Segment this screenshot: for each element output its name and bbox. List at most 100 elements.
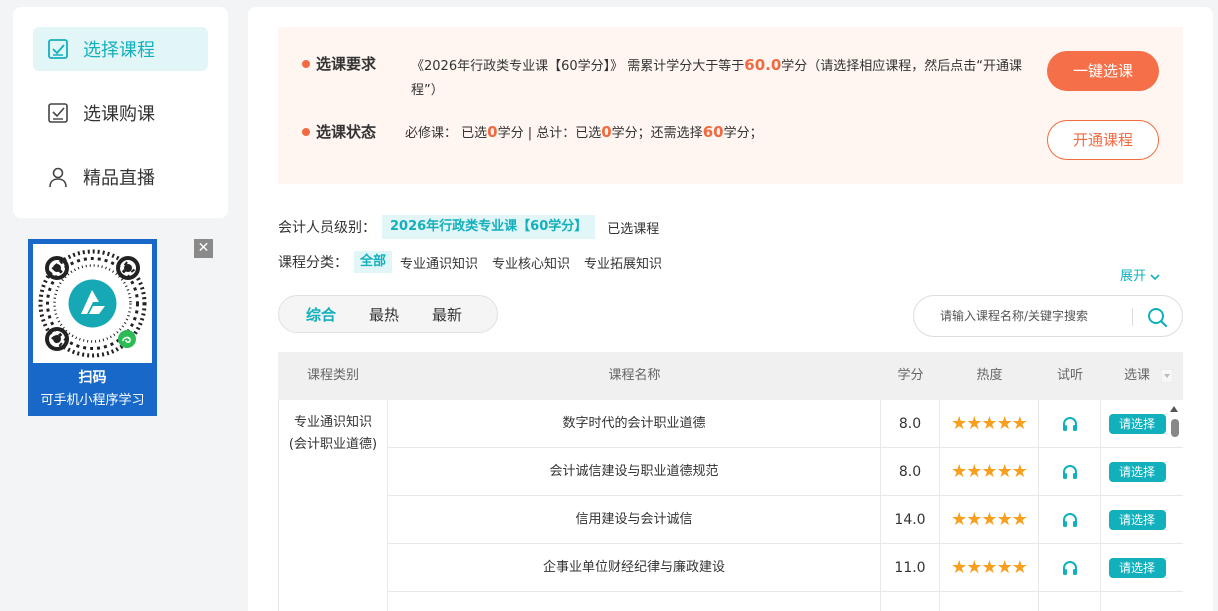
search-divider xyxy=(1132,308,1133,326)
sidebar-item-select-course[interactable]: 选择课程 xyxy=(33,27,208,71)
tab-newest[interactable]: 最新 xyxy=(432,304,462,325)
status-text: 必修课： 已选0学分 | 总计：已选0学分；还需选择60学分； xyxy=(405,122,763,141)
star-rating: ★★★★★ xyxy=(940,400,1039,448)
required-credits: 60.0 xyxy=(744,56,782,74)
course-credit: 14.0 xyxy=(881,496,940,544)
scroll-up-arrow-icon[interactable] xyxy=(1169,404,1179,414)
level-tag[interactable]: 2026年行政类专业课【60学分】 xyxy=(382,215,596,239)
one-click-select-button[interactable]: 一键选课 xyxy=(1047,51,1159,91)
course-name-partial xyxy=(388,592,881,611)
required-selected-count: 0 xyxy=(487,123,498,141)
table-header: 课程类别 课程名称 学分 热度 试听 选课 xyxy=(278,352,1183,400)
select-course-button[interactable]: 请选择 xyxy=(1108,557,1166,578)
table-row: 数字时代的会计职业道德 8.0 ★★★★★ 请选择 xyxy=(388,400,1183,448)
headphones-icon[interactable] xyxy=(1061,511,1079,529)
table-row: 企事业单位财经纪律与廉政建设 11.0 ★★★★★ 请选择 xyxy=(388,544,1183,592)
requirement-label: 选课要求 xyxy=(316,55,377,73)
tab-comprehensive[interactable]: 综合 xyxy=(306,304,336,325)
status-text-part: 必修课： 已选 xyxy=(405,126,488,141)
sort-tabs: 综合 最热 最新 xyxy=(278,295,498,333)
sidebar-item-label: 精品直播 xyxy=(83,168,155,189)
main-panel: 选课要求 《2026年行政类专业课【60学分】》 需累计学分大于等于60.0学分… xyxy=(248,7,1213,611)
star-rating: ★★★★★ xyxy=(940,448,1039,496)
category-extended[interactable]: 专业拓展知识 xyxy=(584,253,662,272)
tab-hottest[interactable]: 最热 xyxy=(369,304,399,325)
requirement-box: 选课要求 《2026年行政类专业课【60学分】》 需累计学分大于等于60.0学分… xyxy=(278,27,1183,184)
listen-cell xyxy=(1039,448,1101,496)
header-credit: 学分 xyxy=(897,368,924,383)
listen-cell xyxy=(1039,496,1101,544)
listen-cell-partial xyxy=(1039,592,1101,611)
scrollbar-thumb[interactable] xyxy=(1171,419,1179,437)
requirement-text: 《2026年行政类专业课【60学分】》 需累计学分大于等于60.0学分（请选择相… xyxy=(411,53,1031,103)
course-credit-partial xyxy=(881,592,940,611)
course-name: 信用建设与会计诚信 xyxy=(388,496,881,544)
select-course-button[interactable]: 请选择 xyxy=(1108,461,1166,482)
table-row: 会计诚信建设与职业道德规范 8.0 ★★★★★ 请选择 xyxy=(388,448,1183,496)
open-course-button[interactable]: 开通课程 xyxy=(1047,120,1159,160)
checkbox-icon xyxy=(47,102,69,124)
category-cell-line: (会计职业道德) xyxy=(288,437,378,452)
select-course-button[interactable]: 请选择 xyxy=(1108,413,1166,434)
search-box xyxy=(913,295,1183,337)
selected-courses-link[interactable]: 已选课程 xyxy=(607,218,659,237)
headphones-icon[interactable] xyxy=(1061,415,1079,433)
table-row-partial xyxy=(388,592,1183,611)
category-cell-line: 专业通识知识 xyxy=(293,415,372,430)
course-credit: 11.0 xyxy=(881,544,940,592)
header-heat: 热度 xyxy=(976,368,1003,383)
pick-cell: 请选择 xyxy=(1101,400,1173,448)
user-icon xyxy=(47,166,69,188)
search-icon[interactable] xyxy=(1146,306,1168,328)
table-body: 专业通识知识 (会计职业道德) 数字时代的会计职业道德 8.0 ★★★★★ 请选… xyxy=(278,400,1183,611)
sidebar-item-live[interactable]: 精品直播 xyxy=(33,155,208,199)
checkbox-icon xyxy=(47,38,69,60)
course-name: 企事业单位财经纪律与廉政建设 xyxy=(388,544,881,592)
header-listen: 试听 xyxy=(1056,368,1083,383)
select-course-button[interactable]: 请选择 xyxy=(1108,509,1166,530)
chevron-down-icon xyxy=(1150,273,1160,280)
category-cell: 专业通识知识 (会计职业道德) xyxy=(278,400,388,611)
course-credit: 8.0 xyxy=(881,448,940,496)
star-rating: ★★★★★ xyxy=(940,496,1039,544)
requirement-text-part: 《2026年行政类专业课【60学分】》 需累计学分大于等于 xyxy=(411,59,745,74)
status-label: 选课状态 xyxy=(316,123,377,141)
course-name: 会计诚信建设与职业道德规范 xyxy=(388,448,881,496)
expand-label: 展开 xyxy=(1120,269,1147,284)
status-text-part: 学分；还需选择 xyxy=(611,126,703,141)
category-all[interactable]: 全部 xyxy=(354,251,393,273)
qr-caption-title: 扫码 xyxy=(78,370,107,386)
qr-card: 扫码 可手机小程序学习 xyxy=(28,239,157,416)
pick-cell: 请选择 xyxy=(1101,496,1173,544)
course-name: 数字时代的会计职业道德 xyxy=(388,400,881,448)
qr-caption-subtitle: 可手机小程序学习 xyxy=(40,393,145,408)
total-selected-count: 0 xyxy=(601,123,612,141)
close-icon[interactable]: ✕ xyxy=(194,239,213,258)
search-input[interactable] xyxy=(940,305,1120,327)
listen-cell xyxy=(1039,544,1101,592)
qr-code xyxy=(33,244,152,363)
category-filter-row: 课程分类： 全部 专业通识知识 专业核心知识 专业拓展知识 xyxy=(278,251,662,273)
expand-toggle[interactable]: 展开 xyxy=(1120,265,1160,284)
headphones-icon[interactable] xyxy=(1061,559,1079,577)
listen-cell xyxy=(1039,400,1101,448)
category-general[interactable]: 专业通识知识 xyxy=(400,253,478,272)
table-row: 信用建设与会计诚信 14.0 ★★★★★ 请选择 xyxy=(388,496,1183,544)
category-label: 课程分类： xyxy=(278,255,348,271)
caret-down-icon[interactable] xyxy=(1161,369,1173,383)
header-category: 课程类别 xyxy=(306,368,359,383)
bullet-dot xyxy=(302,128,310,136)
header-name: 课程名称 xyxy=(608,368,661,383)
status-text-part: 学分； xyxy=(723,126,763,141)
bullet-dot xyxy=(302,60,310,68)
headphones-icon[interactable] xyxy=(1061,463,1079,481)
sidebar: 选择课程 选课购课 精品直播 xyxy=(13,7,228,218)
sidebar-item-buy-course[interactable]: 选课购课 xyxy=(33,91,208,135)
status-text-part: 学分 | 总计：已选 xyxy=(497,126,602,141)
category-core[interactable]: 专业核心知识 xyxy=(492,253,570,272)
sidebar-item-label: 选择课程 xyxy=(83,40,155,61)
sidebar-item-label: 选课购课 xyxy=(83,104,155,125)
course-credit: 8.0 xyxy=(881,400,940,448)
pick-cell: 请选择 xyxy=(1101,544,1173,592)
remaining-credits: 60 xyxy=(702,123,724,141)
